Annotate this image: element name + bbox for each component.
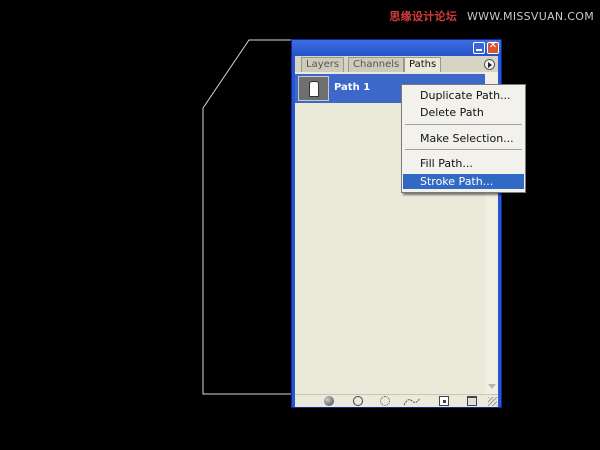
new-path-icon[interactable] (439, 396, 449, 406)
trash-icon[interactable] (467, 396, 477, 406)
menu-item-fill-path[interactable]: Fill Path... (403, 156, 524, 171)
path-thumbnail (298, 76, 329, 101)
watermark-url: WWW.MISSVUAN.COM (466, 10, 594, 23)
tab-layers[interactable]: Layers (301, 57, 345, 72)
menu-separator (405, 149, 522, 150)
menu-item-stroke-path[interactable]: Stroke Path... (403, 174, 524, 189)
menu-item-make-selection[interactable]: Make Selection... (403, 131, 524, 146)
fill-path-icon[interactable] (324, 396, 334, 406)
palette-bottom-toolbar (295, 394, 498, 407)
resize-grip-icon[interactable] (488, 397, 497, 406)
palette-titlebar[interactable]: ✕ (292, 40, 501, 56)
menu-separator (405, 124, 522, 125)
tab-paths[interactable]: Paths (404, 57, 442, 73)
menu-item-duplicate-path[interactable]: Duplicate Path... (403, 88, 524, 103)
make-work-path-icon[interactable] (403, 396, 421, 406)
tab-channels[interactable]: Channels (348, 57, 405, 72)
minimize-icon[interactable] (473, 42, 485, 54)
watermark: 思缘设计论坛 WWW.MISSVUAN.COM (389, 8, 594, 24)
paths-context-menu: Duplicate Path... Delete Path Make Selec… (401, 84, 526, 193)
palette-menu-arrow-icon[interactable] (484, 59, 495, 70)
close-icon[interactable]: ✕ (487, 40, 499, 54)
path-name: Path 1 (334, 82, 371, 93)
scroll-down-icon[interactable] (487, 382, 496, 391)
load-selection-icon[interactable] (380, 396, 390, 406)
menu-item-delete-path[interactable]: Delete Path (403, 105, 524, 120)
watermark-cn: 思缘设计论坛 (389, 10, 458, 23)
stroke-path-icon[interactable] (353, 396, 363, 406)
palette-tabs: Layers Channels Paths (295, 56, 498, 73)
